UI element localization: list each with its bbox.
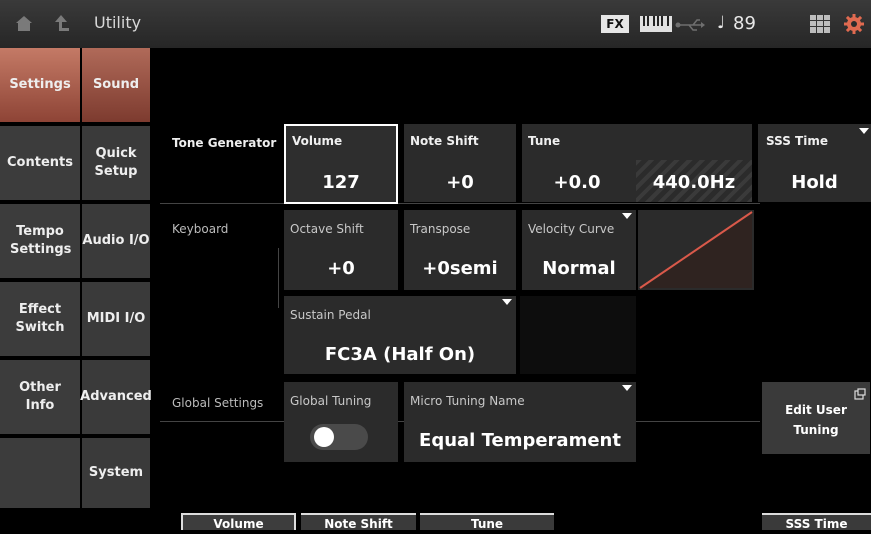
subnav-label: Quick Setup <box>94 146 138 179</box>
volume-param[interactable]: Volume 127 <box>284 124 398 204</box>
subnav-audio-io[interactable]: Audio I/O <box>82 204 150 280</box>
dropdown-indicator-icon <box>859 128 869 134</box>
subnav-quick-setup[interactable]: Quick Setup <box>82 126 150 202</box>
octave-shift-value: +0 <box>327 258 355 279</box>
subnav-label: MIDI I/O <box>86 311 146 327</box>
tune-value: +0.0 <box>553 172 601 193</box>
nav-contents[interactable]: Contents <box>0 126 80 202</box>
bottom-tab-tune[interactable]: Tune <box>420 513 554 531</box>
usb-icon <box>675 17 705 36</box>
nav-label: Tempo Settings <box>10 224 72 257</box>
toggle-knob <box>314 427 334 447</box>
micro-tuning-value: Equal Temperament <box>419 430 621 451</box>
tempo-note-icon: ♩ <box>717 13 726 33</box>
sss-time-param[interactable]: SSS Time Hold <box>758 124 871 202</box>
sustain-pedal-value: FC3A (Half On) <box>324 344 476 365</box>
tempo-value[interactable]: 89 <box>733 13 756 34</box>
back-arrow-icon[interactable] <box>52 13 70 35</box>
global-tuning-param[interactable]: Global Tuning <box>284 382 398 462</box>
velocity-curve-param[interactable]: Velocity Curve Normal <box>522 210 636 290</box>
subnav-label: Advanced <box>80 389 152 405</box>
global-tuning-toggle[interactable] <box>310 424 368 450</box>
nav-effect-switch[interactable]: Effect Switch <box>0 282 80 358</box>
row-divider <box>160 203 760 204</box>
octave-shift-label: Octave Shift <box>290 222 364 236</box>
octave-shift-param[interactable]: Octave Shift +0 <box>284 210 398 290</box>
transpose-value: +0semi <box>422 258 498 279</box>
dropdown-indicator-icon <box>622 385 632 391</box>
note-shift-value: +0 <box>446 172 474 193</box>
nav-label: Contents <box>7 155 73 171</box>
velocity-curve-graph <box>638 210 754 290</box>
subnav-sound[interactable]: Sound <box>82 48 150 124</box>
empty-slot <box>520 296 636 374</box>
nav-label: Other Info <box>19 380 61 413</box>
tree-line <box>278 248 279 308</box>
section-tone-generator: Tone Generator <box>172 136 277 150</box>
section-global-settings: Global Settings <box>172 396 264 410</box>
volume-value: 127 <box>322 172 360 193</box>
subnav-advanced[interactable]: Advanced <box>80 360 152 436</box>
note-shift-label: Note Shift <box>410 134 479 148</box>
note-shift-param[interactable]: Note Shift +0 <box>404 124 516 202</box>
bottom-tab-sss-time[interactable]: SSS Time <box>762 513 871 531</box>
velocity-curve-value: Normal <box>542 258 616 279</box>
edit-user-tuning-label: Edit User Tuning <box>785 403 847 437</box>
sss-time-value: Hold <box>791 172 838 193</box>
sustain-pedal-param[interactable]: Sustain Pedal FC3A (Half On) <box>284 296 516 374</box>
subnav-label: Sound <box>92 77 140 93</box>
micro-tuning-label: Micro Tuning Name <box>410 394 525 408</box>
nav-settings[interactable]: Settings <box>0 48 80 124</box>
subnav-midi-io[interactable]: MIDI I/O <box>82 282 150 358</box>
section-keyboard: Keyboard <box>172 222 229 236</box>
nav-tempo-settings[interactable]: Tempo Settings <box>0 204 80 280</box>
sustain-pedal-label: Sustain Pedal <box>290 308 371 322</box>
dropdown-indicator-icon <box>622 213 632 219</box>
velocity-curve-label: Velocity Curve <box>528 222 615 236</box>
sss-time-label: SSS Time <box>766 134 828 148</box>
subnav-system[interactable]: System <box>82 438 150 510</box>
subnav-label: System <box>88 465 144 481</box>
nav-empty <box>0 438 80 510</box>
global-tuning-label: Global Tuning <box>290 394 372 408</box>
tune-hz-value: 440.0Hz <box>652 172 736 193</box>
transpose-label: Transpose <box>410 222 471 236</box>
fx-indicator: FX <box>601 15 629 33</box>
nav-label: Settings <box>9 77 71 93</box>
micro-tuning-param[interactable]: Micro Tuning Name Equal Temperament <box>404 382 636 462</box>
grid-icon[interactable] <box>810 15 830 37</box>
dropdown-indicator-icon <box>502 299 512 305</box>
transpose-param[interactable]: Transpose +0semi <box>404 210 516 290</box>
gear-icon[interactable] <box>843 13 865 39</box>
subnav-label: Audio I/O <box>82 233 150 249</box>
bottom-tab-volume[interactable]: Volume <box>181 513 296 531</box>
nav-other-info[interactable]: Other Info <box>0 360 80 436</box>
tune-param[interactable]: Tune +0.0 440.0Hz <box>522 124 752 202</box>
top-bar: Utility FX ♩ 89 <box>0 0 871 48</box>
home-icon[interactable] <box>14 13 34 35</box>
edit-user-tuning-button[interactable]: Edit User Tuning <box>762 382 870 454</box>
tune-label: Tune <box>528 134 561 148</box>
keyboard-icon <box>640 14 672 38</box>
volume-label: Volume <box>292 134 343 148</box>
nav-label: Effect Switch <box>15 302 65 335</box>
screen-title: Utility <box>94 13 142 32</box>
bottom-tab-note-shift[interactable]: Note Shift <box>301 513 416 531</box>
